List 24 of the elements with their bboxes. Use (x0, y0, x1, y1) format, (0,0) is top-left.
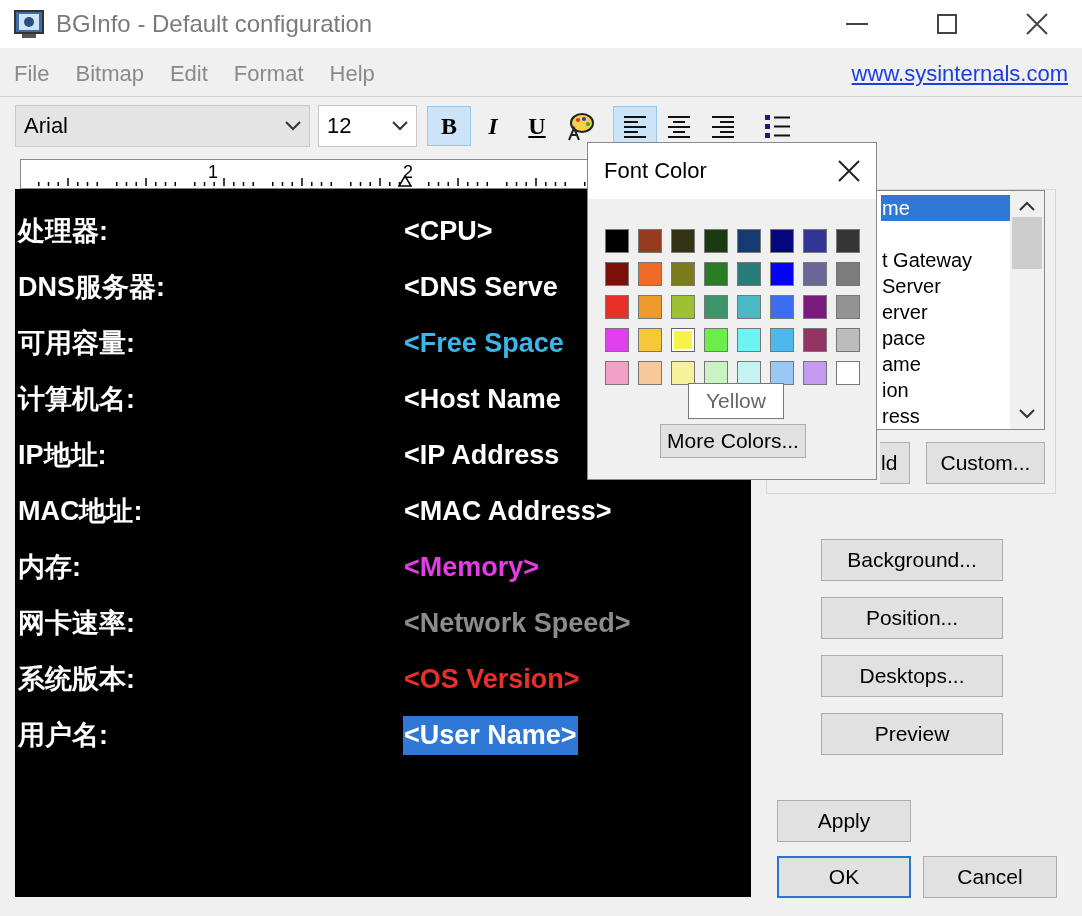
field-placeholder: <Host Name (403, 382, 562, 416)
field-label: 系统版本: (17, 663, 136, 696)
field-label: 用户名: (17, 719, 109, 752)
ruler-number: 1 (208, 162, 218, 183)
tooltip: Yellow (688, 383, 784, 419)
field-label: MAC地址: (17, 495, 144, 528)
popup-title: Font Color (604, 158, 707, 184)
field-label: DNS服务器: (17, 271, 166, 304)
field-label: 网卡速率: (17, 607, 136, 640)
field-placeholder: <User Name> (404, 719, 577, 750)
field-label: 处理器: (16, 215, 109, 248)
window-title: BGInfo - Default configuration (56, 10, 374, 38)
field-placeholder: <OS Version> (403, 662, 581, 696)
field-label: 内存: (17, 551, 82, 584)
field-placeholder: <IP Address (403, 438, 561, 472)
field-placeholder: <DNS Serve (403, 270, 559, 304)
field-label: IP地址: (17, 439, 108, 472)
field-placeholder: <CPU> (403, 214, 494, 248)
field-placeholder: <MAC Address> (403, 494, 613, 528)
field-placeholder: <Free Space (403, 326, 565, 360)
field-label: 可用容量: (17, 327, 136, 360)
field-label: 计算机名: (16, 383, 136, 416)
field-placeholder: <Memory> (403, 550, 541, 584)
field-placeholder: <Network Speed> (403, 606, 632, 640)
